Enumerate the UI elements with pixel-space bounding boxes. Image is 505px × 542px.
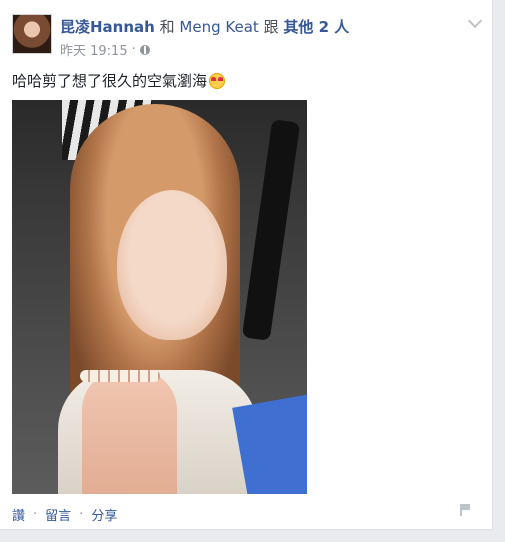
post-meta: 昨天 19:15 · xyxy=(60,40,150,59)
like-button[interactable]: 讚 xyxy=(12,505,25,524)
post-card: 昆凌Hannah 和 Meng Keat 跟 其他 2 人 昨天 19:15 ·… xyxy=(0,0,493,530)
and-text: 和 xyxy=(159,18,175,36)
post-text: 哈哈剪了想了很久的空氣瀏海 xyxy=(12,70,226,91)
with-text: 跟 xyxy=(263,18,279,36)
action-separator: · xyxy=(33,507,38,522)
flag-icon[interactable] xyxy=(460,504,470,516)
comment-button[interactable]: 留言 xyxy=(45,505,71,524)
action-separator: · xyxy=(79,507,84,522)
heart-eyes-emoji-icon xyxy=(209,72,226,89)
post-header: 昆凌Hannah 和 Meng Keat 跟 其他 2 人 xyxy=(60,16,349,37)
author-name-link[interactable]: 昆凌Hannah xyxy=(60,18,155,36)
chevron-down-icon[interactable] xyxy=(467,13,483,29)
avatar[interactable] xyxy=(12,14,52,54)
post-actions: 讚 · 留言 · 分享 xyxy=(12,505,117,524)
photo-bracelet xyxy=(80,370,160,382)
share-button[interactable]: 分享 xyxy=(91,505,117,524)
globe-icon[interactable] xyxy=(139,44,150,55)
photo-face xyxy=(117,190,227,340)
tagged-person-link[interactable]: Meng Keat xyxy=(179,18,258,36)
photo-arm xyxy=(82,370,177,494)
others-link[interactable]: 其他 2 人 xyxy=(283,18,349,36)
post-message: 哈哈剪了想了很久的空氣瀏海 xyxy=(12,72,208,90)
meta-separator: · xyxy=(131,42,136,57)
photo-hair-iron xyxy=(241,119,301,341)
post-photo[interactable] xyxy=(12,100,307,494)
timestamp-link[interactable]: 昨天 19:15 xyxy=(60,40,128,59)
